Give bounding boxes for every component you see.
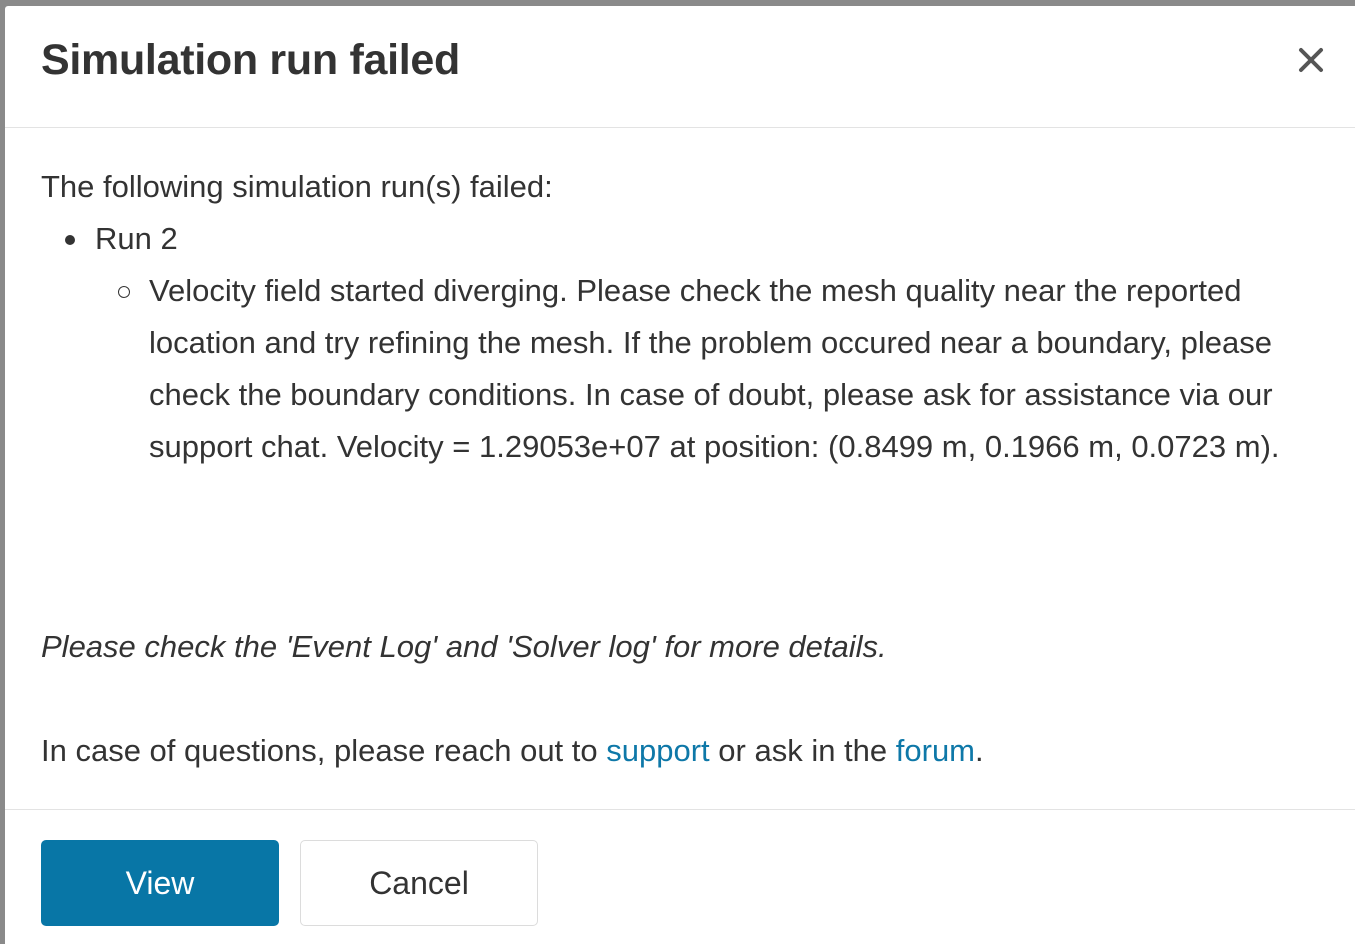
cancel-button[interactable]: Cancel bbox=[300, 840, 538, 926]
dialog-title: Simulation run failed bbox=[41, 36, 460, 84]
log-hint: Please check the 'Event Log' and 'Solver… bbox=[41, 629, 887, 664]
dialog-body: The following simulation run(s) failed: … bbox=[41, 161, 1321, 473]
support-link[interactable]: support bbox=[606, 733, 709, 768]
run-label: Run 2 bbox=[95, 221, 178, 256]
failed-runs-list: Run 2 Velocity field started diverging. … bbox=[41, 213, 1321, 473]
error-message: Velocity field started diverging. Please… bbox=[118, 265, 1321, 473]
help-middle: or ask in the bbox=[709, 733, 896, 768]
close-button[interactable] bbox=[1293, 42, 1329, 78]
help-suffix: . bbox=[975, 733, 984, 768]
run-errors-list: Velocity field started diverging. Please… bbox=[95, 265, 1321, 473]
dialog-footer: View Cancel bbox=[5, 809, 1355, 944]
forum-link[interactable]: forum bbox=[896, 733, 975, 768]
simulation-failed-dialog: Simulation run failed The following simu… bbox=[5, 6, 1355, 944]
dialog-header: Simulation run failed bbox=[5, 6, 1355, 128]
failure-intro: The following simulation run(s) failed: bbox=[41, 169, 553, 204]
help-text: In case of questions, please reach out t… bbox=[41, 733, 984, 769]
view-button[interactable]: View bbox=[41, 840, 279, 926]
help-prefix: In case of questions, please reach out t… bbox=[41, 733, 607, 768]
close-icon bbox=[1299, 48, 1323, 72]
list-item-run: Run 2 Velocity field started diverging. … bbox=[65, 213, 1321, 473]
